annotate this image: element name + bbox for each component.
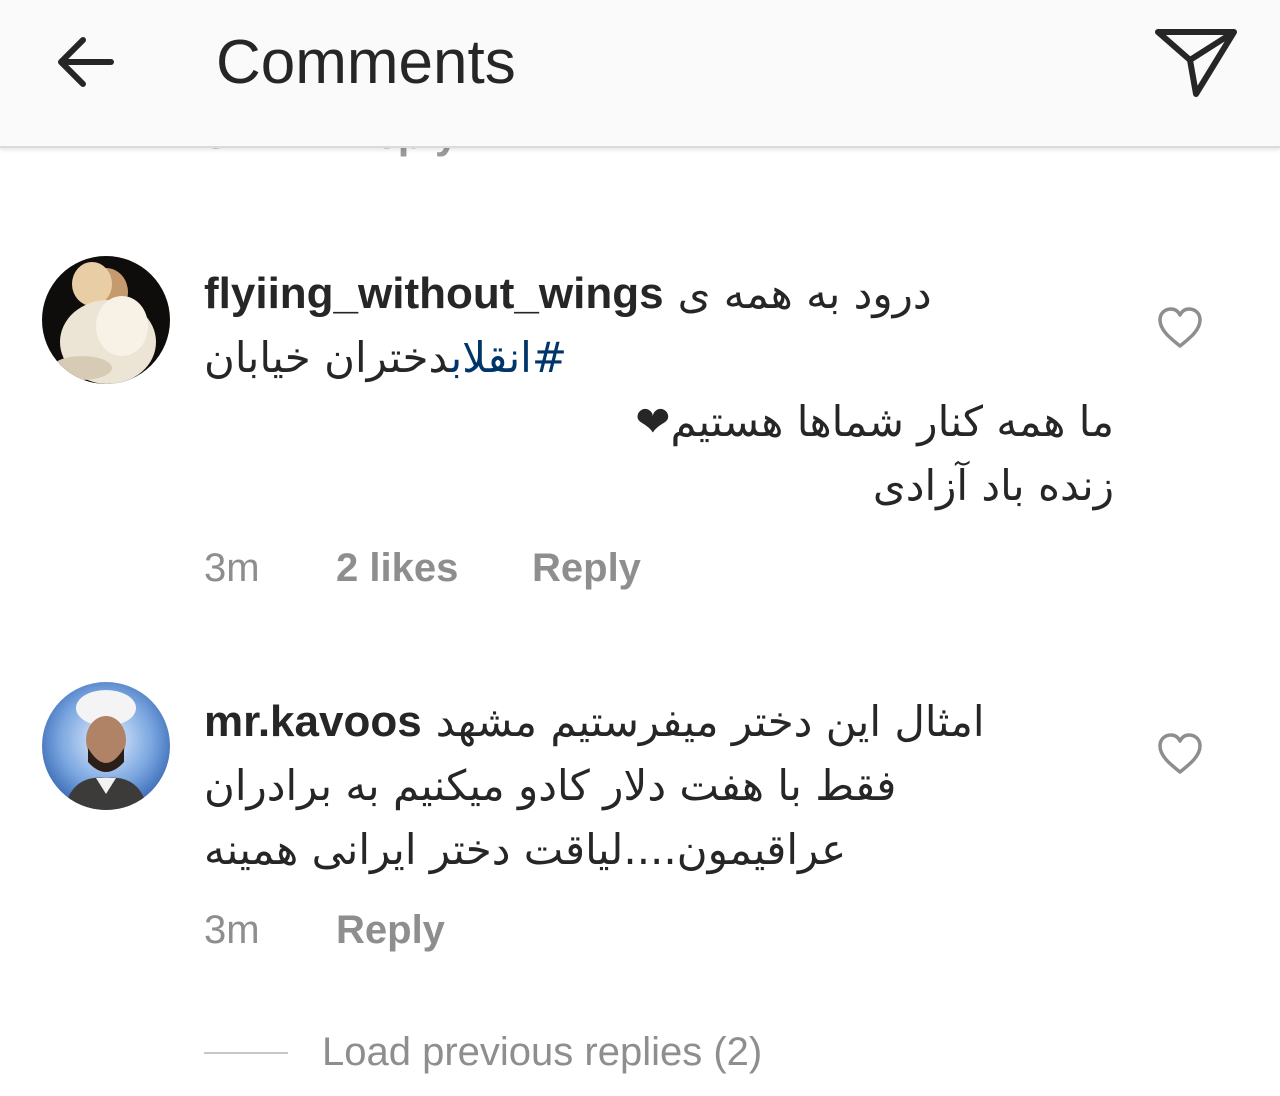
comment-line: زنده باد آزادی [872,461,1114,510]
back-button[interactable] [40,22,130,102]
comment-time: 3m [204,908,260,952]
paper-plane-icon [1155,29,1237,97]
comment-meta: 3m 2 likes Reply [204,546,641,591]
comment-line: امثال این دختر میفرستیم مشهد [435,697,985,746]
heart-icon[interactable] [1156,730,1204,778]
share-button[interactable] [1148,20,1244,104]
comment-username[interactable]: flyiing_without_wings [204,262,664,326]
heart-icon[interactable] [1156,304,1204,352]
avatar[interactable] [42,682,170,810]
comment-line: ما همه کنار شماها هستیم❤ [635,397,1114,446]
comment-time: 3m [204,546,260,590]
comment-line: عراقیمون....لیاقت دختر ایرانی همینه [204,825,847,874]
load-previous-replies-label[interactable]: Load previous replies (2) [322,1030,762,1075]
comment-text: mr.kavoos امثال این دختر میفرستیم مشهد ف… [204,690,1114,882]
likes-count[interactable]: 2 likes [336,546,532,591]
hashtag-link[interactable]: #انقلاب [450,333,567,382]
comment-text: flyiing_without_wings درود به همه ی #انق… [204,262,1114,518]
comment-line: فقط با هفت دلار کادو میکنیم به برادران [204,761,897,810]
divider-line [204,1051,288,1054]
comment-line-text: دختران خیابان [204,333,451,382]
reply-button[interactable]: Reply [336,908,445,953]
comments-screen: 3m Reply Comments [0,0,1280,1096]
comment-line: #انقلابدختران خیابان [204,326,1114,390]
arrow-left-icon [58,37,114,87]
reply-button[interactable]: Reply [532,546,641,591]
comment-line: درود به همه ی [677,269,932,318]
page-title: Comments [216,28,516,97]
avatar[interactable] [42,256,170,384]
comment-meta: 3m Reply [204,908,445,953]
top-bar: Comments [0,0,1280,148]
load-previous-replies[interactable]: Load previous replies (2) [204,1030,762,1075]
comment-username[interactable]: mr.kavoos [204,690,422,754]
